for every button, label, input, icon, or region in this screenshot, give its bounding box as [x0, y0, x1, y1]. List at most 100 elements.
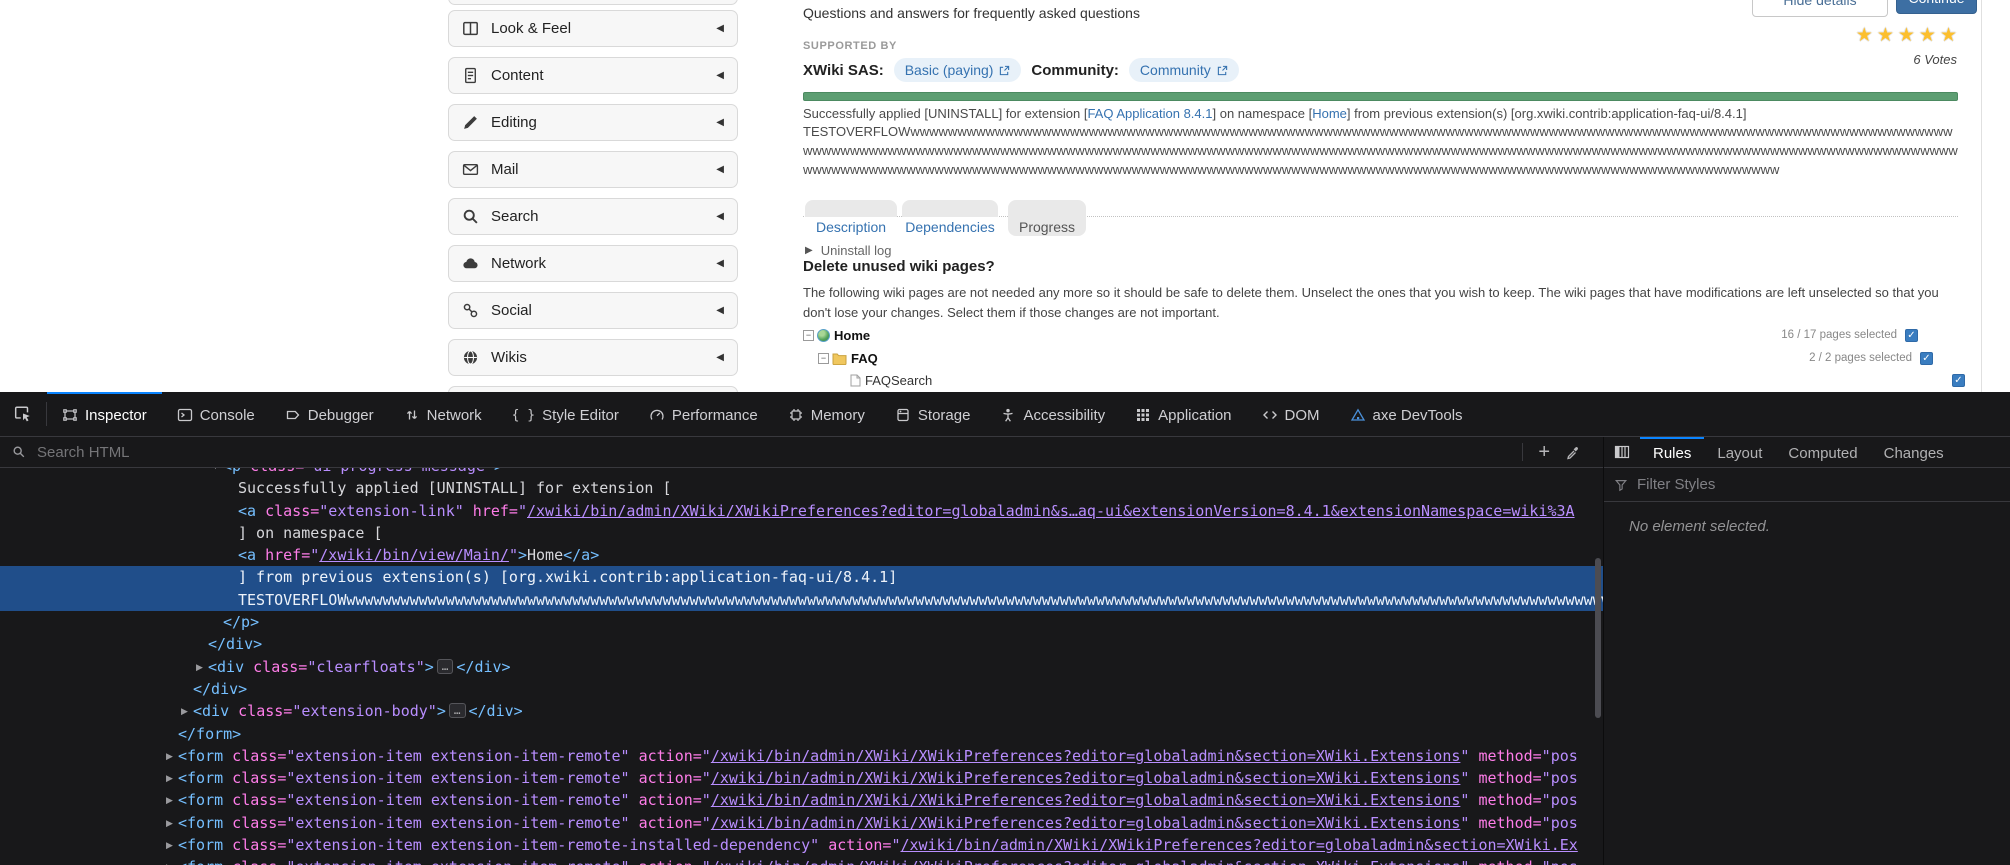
- sidebar-item-editing[interactable]: Editing ◀: [448, 104, 738, 141]
- sidebar-tab-changes[interactable]: Changes: [1871, 437, 1957, 467]
- devtools-tab-inspector[interactable]: Inspector: [47, 392, 162, 436]
- html-tree-line[interactable]: </div>: [0, 633, 1603, 655]
- expand-arrow-icon[interactable]: ▶: [166, 745, 173, 767]
- star-rating[interactable]: ★★★★★: [1856, 26, 1957, 46]
- star-icon[interactable]: ★: [1898, 26, 1915, 46]
- vendor-plan-link[interactable]: Basic (paying): [894, 58, 1022, 82]
- code-token-link[interactable]: /xwiki/bin/admin/XWiki/XWikiPreferences?…: [711, 769, 1461, 787]
- community-label: Community:: [1031, 62, 1119, 79]
- devtools-tab-network[interactable]: Network: [389, 392, 497, 436]
- code-token-tag: </p>: [223, 613, 259, 631]
- html-tree-line[interactable]: <a class="extension-link" href="/xwiki/b…: [0, 500, 1603, 522]
- document-icon: [462, 67, 479, 84]
- eyedropper-button[interactable]: [1565, 444, 1581, 460]
- extension-link[interactable]: FAQ Application 8.4.1: [1087, 106, 1212, 121]
- page-checkbox[interactable]: ✓: [1920, 352, 1933, 365]
- html-tree-line[interactable]: </div>: [0, 678, 1603, 700]
- expand-arrow-icon[interactable]: ▼: [211, 468, 220, 477]
- code-token-link[interactable]: /xwiki/bin/admin/XWiki/XWikiPreferences?…: [711, 791, 1461, 809]
- hide-details-button[interactable]: Hide details: [1752, 0, 1888, 17]
- html-tree-line[interactable]: ▶<div class="extension-body">…</div>: [0, 700, 1603, 722]
- devtools-tab-axe[interactable]: axe DevTools: [1335, 392, 1478, 436]
- page-checkbox[interactable]: ✓: [1952, 374, 1965, 387]
- code-token-link[interactable]: /xwiki/bin/admin/XWiki/XWikiPreferences?…: [711, 858, 1461, 865]
- html-tree-line[interactable]: ▶<div class="clearfloats">…</div>: [0, 656, 1603, 678]
- add-node-button[interactable]: +: [1532, 443, 1556, 461]
- extension-summary: Questions and answers for frequently ask…: [803, 5, 1140, 21]
- expand-arrow-icon[interactable]: ▶: [166, 789, 173, 811]
- expand-arrow-icon[interactable]: ▶: [166, 812, 173, 834]
- sidebar-tab-rules[interactable]: Rules: [1640, 437, 1704, 467]
- tab-dependencies[interactable]: Dependencies: [902, 200, 998, 236]
- tab-description[interactable]: Description: [805, 200, 897, 236]
- console-icon: [177, 407, 193, 423]
- html-tree-line[interactable]: ] from previous extension(s) [org.xwiki.…: [0, 566, 1603, 588]
- columns-icon: [462, 20, 479, 37]
- code-token-link[interactable]: /xwiki/bin/admin/XWiki/XWikiPreferences?…: [711, 747, 1461, 765]
- code-token-link[interactable]: /xwiki/bin/admin/XWiki/XWikiPreferences?…: [711, 814, 1461, 832]
- devtools-tab-accessibility[interactable]: Accessibility: [985, 392, 1120, 436]
- html-tree-line[interactable]: </form>: [0, 723, 1603, 745]
- tab-progress[interactable]: Progress: [1008, 200, 1086, 236]
- markup-scrollbar[interactable]: [1595, 558, 1601, 718]
- expand-arrow-icon[interactable]: ▶: [196, 656, 203, 678]
- html-tree-line[interactable]: ▶<form class="extension-item extension-i…: [0, 767, 1603, 789]
- expand-arrow-icon[interactable]: ▶: [181, 700, 188, 722]
- star-icon[interactable]: ★: [1856, 26, 1873, 46]
- html-tree-line[interactable]: ▶<form class="extension-item extension-i…: [0, 745, 1603, 767]
- code-token-link[interactable]: /xwiki/bin/admin/XWiki/XWikiPreferences?…: [900, 836, 1577, 854]
- sidebar-item-content[interactable]: Content ◀: [448, 57, 738, 94]
- uninstall-log-toggle[interactable]: ▶ Uninstall log: [805, 243, 892, 258]
- search-html-input[interactable]: [35, 443, 1513, 462]
- code-token-link[interactable]: /xwiki/bin/admin/XWiki/XWikiPreferences?…: [527, 502, 1575, 520]
- html-tree-line[interactable]: TESTOVERFLOWwwwwwwwwwwwwwwwwwwwwwwwwwwww…: [0, 589, 1603, 611]
- devtools-tab-console[interactable]: Console: [162, 392, 270, 436]
- devtools-tab-application[interactable]: Application: [1120, 392, 1246, 436]
- page-checkbox[interactable]: ✓: [1905, 329, 1918, 342]
- sidebar-item-look-feel[interactable]: Look & Feel ◀: [448, 10, 738, 47]
- html-tree-line[interactable]: ▶<form class="extension-item extension-i…: [0, 812, 1603, 834]
- collapse-minus-icon[interactable]: −: [818, 353, 829, 364]
- sidebar-item-search[interactable]: Search ◀: [448, 198, 738, 235]
- html-tree-line[interactable]: <a href="/xwiki/bin/view/Main/">Home</a>: [0, 544, 1603, 566]
- expand-arrow-icon[interactable]: ▶: [166, 856, 173, 865]
- inline-expander-icon[interactable]: …: [437, 659, 454, 674]
- devtools-tab-debugger[interactable]: Debugger: [270, 392, 389, 436]
- html-tree-line[interactable]: ] on namespace [: [0, 522, 1603, 544]
- star-icon[interactable]: ★: [1940, 26, 1957, 46]
- code-token-attr: href=: [256, 546, 310, 564]
- devtools-tab-storage[interactable]: Storage: [880, 392, 986, 436]
- code-token-link[interactable]: /xwiki/bin/view/Main/: [319, 546, 509, 564]
- html-tree-line[interactable]: ▶<form class="extension-item extension-i…: [0, 834, 1603, 856]
- expand-arrow-icon[interactable]: ▶: [166, 767, 173, 789]
- expand-arrow-icon[interactable]: ▶: [166, 834, 173, 856]
- code-token-text: TESTOVERFLOWwwwwwwwwwwwwwwwwwwwwwwwwwwww…: [238, 591, 1603, 609]
- sidebar-item-partial-top[interactable]: [448, 0, 738, 5]
- devtools-tab-memory[interactable]: Memory: [773, 392, 880, 436]
- html-tree-line[interactable]: ▼<p class="ui-progress-message">: [0, 468, 1603, 477]
- html-tree-line[interactable]: </p>: [0, 611, 1603, 633]
- sidebar-toggle-button[interactable]: [1604, 437, 1640, 467]
- community-link[interactable]: Community: [1129, 58, 1239, 82]
- html-tree-line[interactable]: Successfully applied [UNINSTALL] for ext…: [0, 477, 1603, 499]
- filter-styles-bar[interactable]: Filter Styles: [1604, 468, 2010, 502]
- sidebar-item-wikis[interactable]: Wikis ◀: [448, 339, 738, 376]
- devtools-tab-style-editor[interactable]: { } Style Editor: [497, 392, 634, 436]
- star-icon[interactable]: ★: [1877, 26, 1894, 46]
- sidebar-item-mail[interactable]: Mail ◀: [448, 151, 738, 188]
- sidebar-tab-computed[interactable]: Computed: [1775, 437, 1870, 467]
- code-token-attr: class=: [223, 858, 286, 865]
- pick-element-button[interactable]: [0, 392, 46, 436]
- collapse-minus-icon[interactable]: −: [803, 330, 814, 341]
- html-tree-line[interactable]: ▶<form class="extension-item extension-i…: [0, 789, 1603, 811]
- devtools-tab-performance[interactable]: Performance: [634, 392, 773, 436]
- namespace-link[interactable]: Home: [1312, 106, 1347, 121]
- sidebar-item-social[interactable]: Social ◀: [448, 292, 738, 329]
- continue-button[interactable]: Continue: [1896, 0, 1977, 14]
- star-icon[interactable]: ★: [1919, 26, 1936, 46]
- sidebar-tab-layout[interactable]: Layout: [1704, 437, 1775, 467]
- devtools-tab-dom[interactable]: DOM: [1247, 392, 1335, 436]
- sidebar-item-network[interactable]: Network ◀: [448, 245, 738, 282]
- html-tree-line[interactable]: ▶<form class="extension-item extension-i…: [0, 856, 1603, 865]
- inline-expander-icon[interactable]: …: [449, 703, 466, 718]
